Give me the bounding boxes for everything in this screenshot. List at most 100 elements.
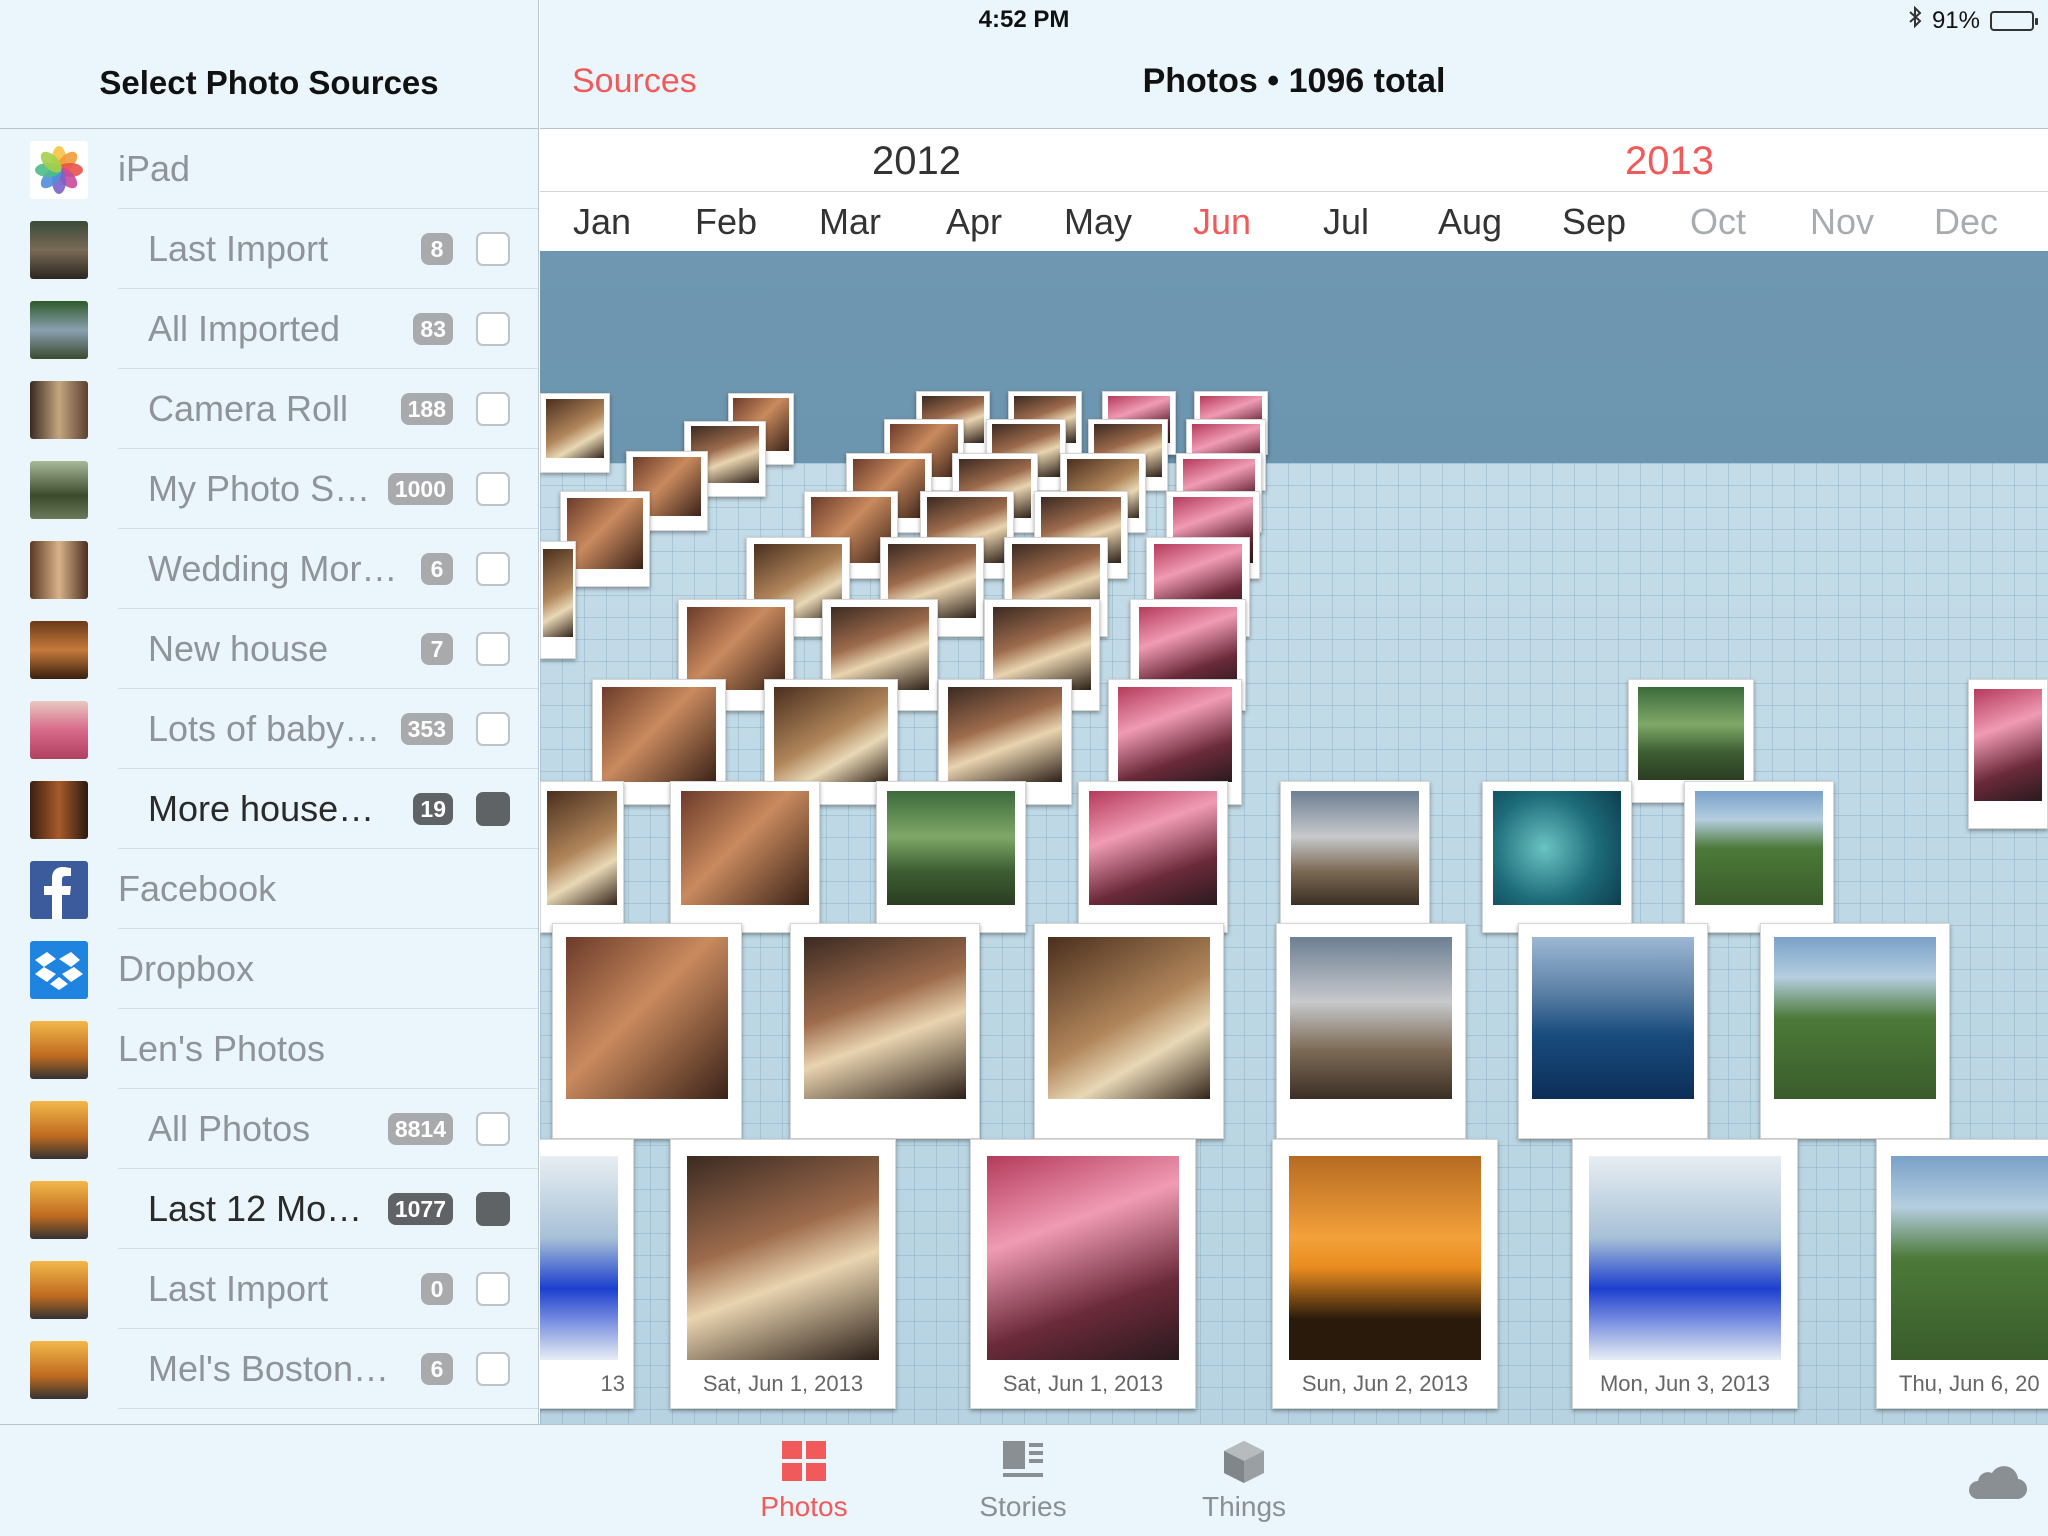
status-indicators: 91%: [1908, 5, 2038, 35]
album-checkbox[interactable]: [476, 552, 510, 586]
month-jun[interactable]: Jun: [1160, 201, 1284, 243]
month-jul[interactable]: Jul: [1284, 201, 1408, 243]
album-checkbox[interactable]: [476, 472, 510, 506]
navigation-bar: 4:52 PM 91% Sources Photos • 1096 total: [540, 0, 2048, 129]
tab-stories[interactable]: Stories: [943, 1439, 1103, 1523]
album-more-house[interactable]: More house… 19: [0, 769, 538, 849]
photo-card[interactable]: [1276, 923, 1466, 1139]
album-checkbox[interactable]: [476, 712, 510, 746]
count-badge: 1000: [387, 473, 453, 505]
album-all-imported[interactable]: All Imported 83: [0, 289, 538, 369]
album-checkbox[interactable]: [476, 1272, 510, 1306]
photo-wall[interactable]: 13 Sat, Jun 1, 2013 Sat, Jun 1, 2013 Sun…: [540, 251, 2048, 1424]
count-badge: 83: [413, 313, 453, 345]
album-camera-roll[interactable]: Camera Roll 188: [0, 369, 538, 449]
photo-card[interactable]: [1280, 781, 1430, 933]
month-feb[interactable]: Feb: [664, 201, 788, 243]
photo-card[interactable]: 13: [540, 1139, 634, 1409]
photo-image: [1118, 687, 1232, 782]
photo-card[interactable]: Thu, Jun 6, 20: [1876, 1139, 2048, 1409]
month-mar[interactable]: Mar: [788, 201, 912, 243]
photo-card[interactable]: [1684, 781, 1834, 933]
month-aug[interactable]: Aug: [1408, 201, 1532, 243]
album-my-photo-stream[interactable]: My Photo S… 1000: [0, 449, 538, 529]
photo-card[interactable]: [540, 781, 624, 933]
photo-card[interactable]: [670, 781, 820, 933]
photo-card[interactable]: [1034, 923, 1224, 1139]
album-checkbox[interactable]: [476, 632, 510, 666]
tab-label: Stories: [979, 1491, 1067, 1522]
photo-image: [1974, 688, 2042, 802]
photo-card[interactable]: Sun, Jun 2, 2013: [1272, 1139, 1498, 1409]
source-dropbox[interactable]: Dropbox: [0, 929, 538, 1009]
photo-card[interactable]: [552, 923, 742, 1139]
album-checkbox[interactable]: [476, 232, 510, 266]
source-label: Dropbox: [118, 948, 255, 989]
source-facebook[interactable]: Facebook: [0, 849, 538, 929]
photo-image: [1138, 606, 1238, 691]
album-label: Wedding Mor…: [148, 548, 398, 589]
month-oct[interactable]: Oct: [1656, 201, 1780, 243]
tab-label: Things: [1201, 1491, 1287, 1522]
album-last-import-2[interactable]: Last Import 0: [0, 1249, 538, 1329]
count-badge: 6: [421, 1353, 453, 1385]
album-checkbox[interactable]: [476, 392, 510, 426]
photo-image: [992, 606, 1092, 691]
tab-label: Photos: [760, 1491, 848, 1522]
year-label-current[interactable]: 2013: [1625, 139, 1714, 184]
album-checkbox[interactable]: [476, 1112, 510, 1146]
source-lens-photos[interactable]: Len's Photos: [0, 1009, 538, 1089]
photo-image: [566, 936, 728, 1100]
photo-date: 13: [600, 1371, 625, 1397]
album-thumbnail: [30, 221, 88, 279]
photo-card[interactable]: [1078, 781, 1228, 933]
tab-photos[interactable]: Photos: [724, 1439, 884, 1523]
photo-card[interactable]: [1968, 679, 2048, 829]
photo-card[interactable]: [540, 393, 610, 473]
album-last-12-months[interactable]: Last 12 Mo… 1077: [0, 1169, 538, 1249]
photo-image: [774, 687, 888, 782]
month-sep[interactable]: Sep: [1532, 201, 1656, 243]
month-may[interactable]: May: [1036, 201, 1160, 243]
album-wedding[interactable]: Wedding Mor… 6: [0, 529, 538, 609]
photo-card[interactable]: [540, 541, 576, 659]
album-all-photos[interactable]: All Photos 8814: [0, 1089, 538, 1169]
album-last-import[interactable]: Last Import 8: [0, 209, 538, 289]
source-label: iPad: [118, 148, 191, 189]
photo-image: [1089, 791, 1217, 905]
album-checkbox[interactable]: [476, 1352, 510, 1386]
month-dec[interactable]: Dec: [1904, 201, 2028, 243]
photo-image: [686, 606, 786, 691]
album-new-house[interactable]: New house 7: [0, 609, 538, 689]
photo-card[interactable]: [1482, 781, 1632, 933]
tab-things[interactable]: Things: [1164, 1439, 1324, 1523]
photo-image: [1588, 1156, 1782, 1360]
month-nov[interactable]: Nov: [1780, 201, 1904, 243]
photo-card[interactable]: Sat, Jun 1, 2013: [970, 1139, 1196, 1409]
year-label[interactable]: 2012: [872, 139, 961, 184]
iphoto-icon: [30, 1021, 88, 1079]
album-lots-of-baby[interactable]: Lots of baby… 353: [0, 689, 538, 769]
photo-card[interactable]: [1518, 923, 1708, 1139]
album-label: All Imported: [148, 308, 341, 349]
timeline-scrubber[interactable]: 2012 2013 Jan Feb Mar Apr May Jun Jul Au…: [540, 129, 2048, 251]
album-mels-boston[interactable]: Mel's Boston… 6: [0, 1329, 538, 1409]
photo-card[interactable]: Sat, Jun 1, 2013: [670, 1139, 896, 1409]
photo-card[interactable]: Mon, Jun 3, 2013: [1572, 1139, 1798, 1409]
count-badge: 1077: [387, 1193, 453, 1225]
photo-card[interactable]: [790, 923, 980, 1139]
month-jan[interactable]: Jan: [540, 201, 664, 243]
album-checkbox[interactable]: [476, 792, 510, 826]
album-checkbox[interactable]: [476, 1192, 510, 1226]
source-ipad[interactable]: iPad: [0, 129, 538, 209]
iphoto-icon: [30, 1261, 88, 1319]
album-label: Last Import: [148, 228, 329, 269]
page-title: Photos • 1096 total: [540, 62, 2048, 101]
photo-card[interactable]: [1760, 923, 1950, 1139]
photo-card[interactable]: [876, 781, 1026, 933]
bluetooth-icon: [1908, 5, 1922, 35]
photo-image: [1695, 791, 1823, 905]
month-apr[interactable]: Apr: [912, 201, 1036, 243]
cloud-icon[interactable]: [1964, 1461, 2028, 1506]
album-checkbox[interactable]: [476, 312, 510, 346]
